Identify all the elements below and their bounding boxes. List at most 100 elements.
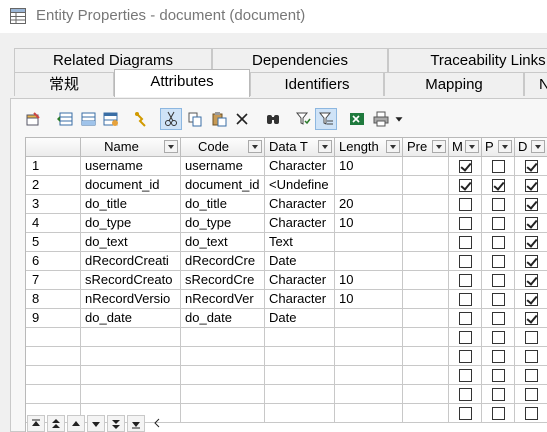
copy-icon[interactable] (184, 108, 206, 130)
data-type-cell[interactable]: Character (265, 195, 335, 214)
attribute-code-cell[interactable] (181, 328, 265, 347)
attribute-name-cell[interactable]: do_text (81, 233, 181, 252)
attribute-name-cell[interactable] (81, 328, 181, 347)
displayed-checkbox[interactable] (525, 369, 538, 382)
displayed-checkbox[interactable] (525, 198, 538, 211)
length-cell[interactable]: 10 (335, 271, 403, 290)
precision-cell[interactable] (403, 176, 449, 195)
mandatory-checkbox[interactable] (459, 369, 472, 382)
mandatory-checkbox[interactable] (459, 198, 472, 211)
length-cell[interactable] (335, 404, 403, 423)
displayed-filter-dropdown-icon[interactable] (531, 140, 545, 153)
displayed-checkbox[interactable] (525, 217, 538, 230)
attribute-code-cell[interactable]: sRecordCre (181, 271, 265, 290)
header-primary[interactable]: P (482, 138, 515, 157)
precision-cell[interactable] (403, 347, 449, 366)
mandatory-checkbox[interactable] (459, 388, 472, 401)
primary-checkbox[interactable] (492, 198, 505, 211)
displayed-checkbox[interactable] (525, 407, 538, 420)
mandatory-checkbox[interactable] (459, 312, 472, 325)
length-cell[interactable] (335, 347, 403, 366)
empty-table-row[interactable] (26, 328, 547, 347)
header-code[interactable]: Code (181, 138, 265, 157)
find-icon[interactable] (130, 108, 152, 130)
precision-cell[interactable] (403, 157, 449, 176)
table-row[interactable]: 9 do_date do_date Date (26, 309, 547, 328)
precision-cell[interactable] (403, 252, 449, 271)
length-filter-dropdown-icon[interactable] (386, 140, 400, 153)
excel-export-icon[interactable] (346, 108, 368, 130)
length-cell[interactable] (335, 176, 403, 195)
attribute-code-cell[interactable]: nRecordVer (181, 290, 265, 309)
header-length[interactable]: Length (335, 138, 403, 157)
binoculars-icon[interactable] (262, 108, 284, 130)
length-cell[interactable] (335, 252, 403, 271)
table-row[interactable]: 3 do_title do_title Character 20 (26, 195, 547, 214)
length-cell[interactable] (335, 309, 403, 328)
attribute-code-cell[interactable] (181, 385, 265, 404)
mandatory-checkbox[interactable] (459, 407, 472, 420)
length-cell[interactable] (335, 385, 403, 404)
mandatory-checkbox[interactable] (459, 274, 472, 287)
page-up-icon[interactable] (47, 415, 65, 432)
attribute-code-cell[interactable] (181, 366, 265, 385)
attribute-name-cell[interactable]: dRecordCreati (81, 252, 181, 271)
table-row[interactable]: 8 nRecordVersio nRecordVer Character 10 (26, 290, 547, 309)
data-type-cell[interactable] (265, 328, 335, 347)
first-icon[interactable] (27, 415, 45, 432)
tab-traceability-links[interactable]: Traceability Links (388, 48, 547, 72)
primary-checkbox[interactable] (492, 369, 505, 382)
displayed-checkbox[interactable] (525, 331, 538, 344)
primary-checkbox[interactable] (492, 255, 505, 268)
header-data-type[interactable]: Data T (265, 138, 335, 157)
primary-checkbox[interactable] (492, 331, 505, 344)
data-type-cell[interactable] (265, 347, 335, 366)
length-cell[interactable]: 10 (335, 214, 403, 233)
data-type-cell[interactable] (265, 366, 335, 385)
displayed-checkbox[interactable] (525, 274, 538, 287)
displayed-checkbox[interactable] (525, 293, 538, 306)
attribute-code-cell[interactable]: username (181, 157, 265, 176)
header-name[interactable]: Name (81, 138, 181, 157)
primary-checkbox[interactable] (492, 388, 505, 401)
primary-checkbox[interactable] (492, 217, 505, 230)
precision-cell[interactable] (403, 309, 449, 328)
primary-checkbox[interactable] (492, 312, 505, 325)
displayed-checkbox[interactable] (525, 312, 538, 325)
header-displayed[interactable]: D (515, 138, 547, 157)
length-cell[interactable] (335, 366, 403, 385)
length-cell[interactable] (335, 328, 403, 347)
tab-attributes[interactable]: Attributes (114, 69, 250, 97)
table-row[interactable]: 1 username username Character 10 (26, 157, 547, 176)
precision-cell[interactable] (403, 233, 449, 252)
length-cell[interactable]: 20 (335, 195, 403, 214)
add-row-icon[interactable] (77, 108, 99, 130)
mandatory-checkbox[interactable] (459, 293, 472, 306)
mandatory-checkbox[interactable] (459, 350, 472, 363)
table-row[interactable]: 7 sRecordCreato sRecordCre Character 10 (26, 271, 547, 290)
datatype-filter-dropdown-icon[interactable] (318, 140, 332, 153)
length-cell[interactable] (335, 233, 403, 252)
precision-cell[interactable] (403, 290, 449, 309)
attribute-code-cell[interactable]: document_id (181, 176, 265, 195)
paste-icon[interactable] (208, 108, 230, 130)
name-filter-dropdown-icon[interactable] (164, 140, 178, 153)
tab-identifiers[interactable]: Identifiers (250, 72, 384, 96)
empty-table-row[interactable] (26, 347, 547, 366)
down-icon[interactable] (87, 415, 105, 432)
precision-cell[interactable] (403, 404, 449, 423)
last-icon[interactable] (127, 415, 145, 432)
primary-checkbox[interactable] (492, 236, 505, 249)
scroll-left-icon[interactable] (149, 415, 167, 432)
mandatory-checkbox[interactable] (459, 236, 472, 249)
code-filter-dropdown-icon[interactable] (248, 140, 262, 153)
add-attributes-icon[interactable] (100, 108, 122, 130)
empty-table-row[interactable] (26, 385, 547, 404)
primary-checkbox[interactable] (492, 179, 505, 192)
header-precision[interactable]: Pre (403, 138, 449, 157)
displayed-checkbox[interactable] (525, 160, 538, 173)
length-cell[interactable]: 10 (335, 290, 403, 309)
attribute-name-cell[interactable] (81, 385, 181, 404)
primary-filter-dropdown-icon[interactable] (498, 140, 512, 153)
attribute-name-cell[interactable] (81, 366, 181, 385)
